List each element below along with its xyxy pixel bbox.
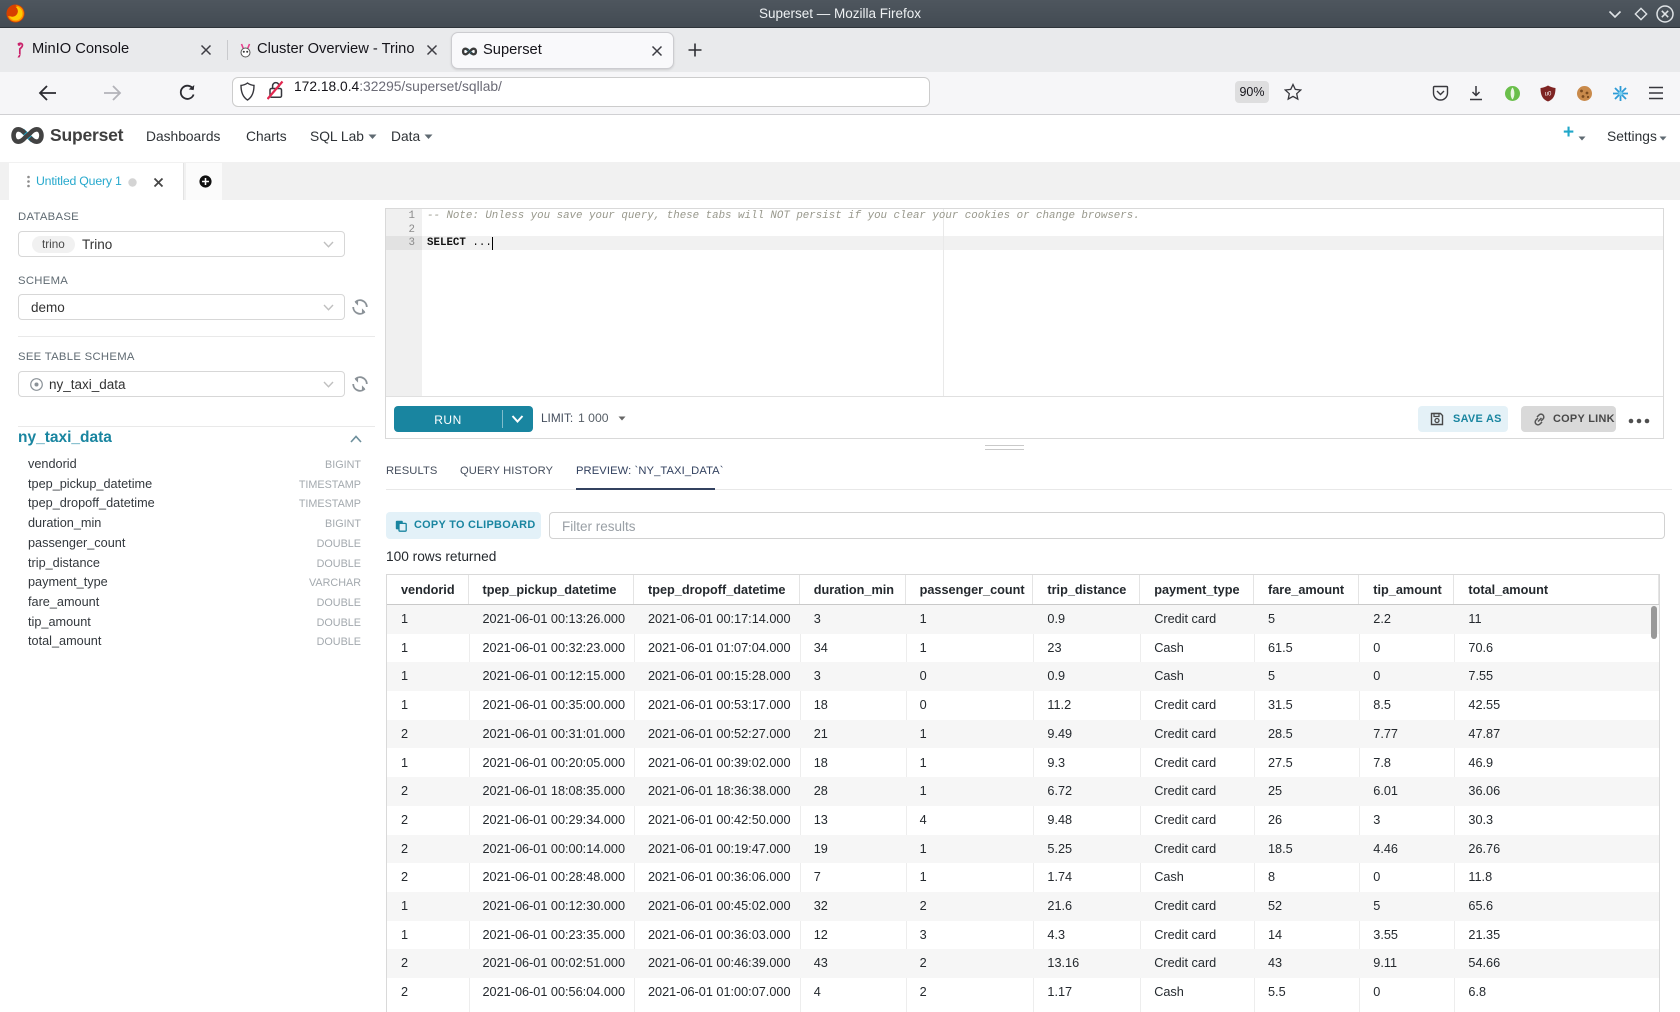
svg-text:u0: u0 — [1545, 92, 1552, 98]
